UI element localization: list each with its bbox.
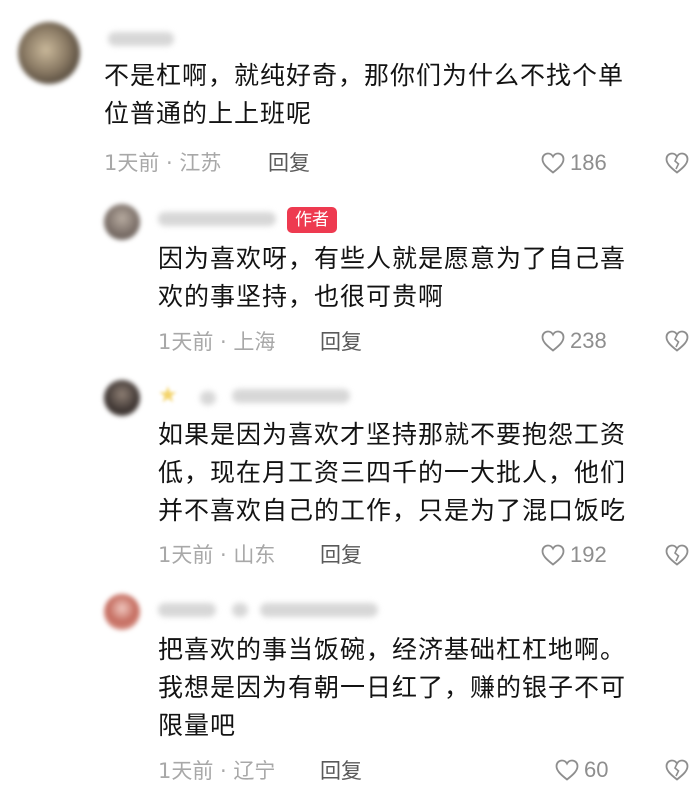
heart-outline-icon (555, 759, 579, 781)
username-blurred[interactable] (158, 603, 216, 617)
broken-heart-icon[interactable] (664, 329, 690, 353)
star-icon: ★ (158, 383, 178, 408)
author-badge: 作者 (287, 207, 337, 233)
heart-outline-icon (541, 330, 565, 352)
like-button[interactable]: 192 (540, 541, 607, 569)
like-count: 186 (570, 150, 607, 175)
broken-heart-icon[interactable] (664, 758, 690, 782)
like-count: 192 (570, 542, 607, 567)
username-blurred[interactable] (232, 603, 248, 617)
like-button[interactable]: 238 (540, 327, 607, 355)
comment-meta: 1天前 · 江苏 (104, 151, 222, 175)
username-blurred[interactable] (200, 391, 216, 405)
broken-heart-icon[interactable] (664, 151, 690, 175)
like-count: 238 (570, 328, 607, 353)
broken-heart-icon[interactable] (664, 543, 690, 567)
comment-meta: 1天前 · 山东 (158, 543, 276, 567)
avatar[interactable] (104, 204, 140, 240)
comment-meta: 1天前 · 辽宁 (158, 759, 276, 783)
like-count: 60 (584, 757, 609, 782)
like-button[interactable]: 60 (554, 756, 608, 784)
comment-text: 把喜欢的事当饭碗，经济基础杠杠地啊。 我想是因为有朝一日红了，赚的银子不可 限量… (158, 635, 627, 740)
comment-meta: 1天前 · 上海 (158, 330, 276, 354)
reply-button[interactable]: 回复 (320, 758, 362, 784)
comment-text: 因为喜欢呀，有些人就是愿意为了自己喜 欢的事坚持，也很可贵啊 (158, 244, 627, 311)
avatar[interactable] (104, 594, 140, 630)
reply-button[interactable]: 回复 (320, 329, 362, 355)
username-blurred[interactable] (232, 389, 350, 403)
like-button[interactable]: 186 (540, 149, 607, 177)
username-blurred[interactable] (260, 603, 378, 617)
avatar[interactable] (104, 380, 140, 416)
heart-outline-icon (541, 152, 565, 174)
reply-button[interactable]: 回复 (268, 150, 310, 176)
username-blurred[interactable] (158, 212, 276, 226)
avatar[interactable] (18, 22, 80, 84)
comment-text: 不是杠啊，就纯好奇，那你们为什么不找个单 位普通的上上班呢 (104, 61, 625, 128)
reply-button[interactable]: 回复 (320, 542, 362, 568)
comment-text: 如果是因为喜欢才坚持那就不要抱怨工资 低，现在月工资三四千的一大批人，他们 并不… (158, 420, 627, 525)
username-blurred[interactable] (108, 32, 174, 46)
heart-outline-icon (541, 544, 565, 566)
